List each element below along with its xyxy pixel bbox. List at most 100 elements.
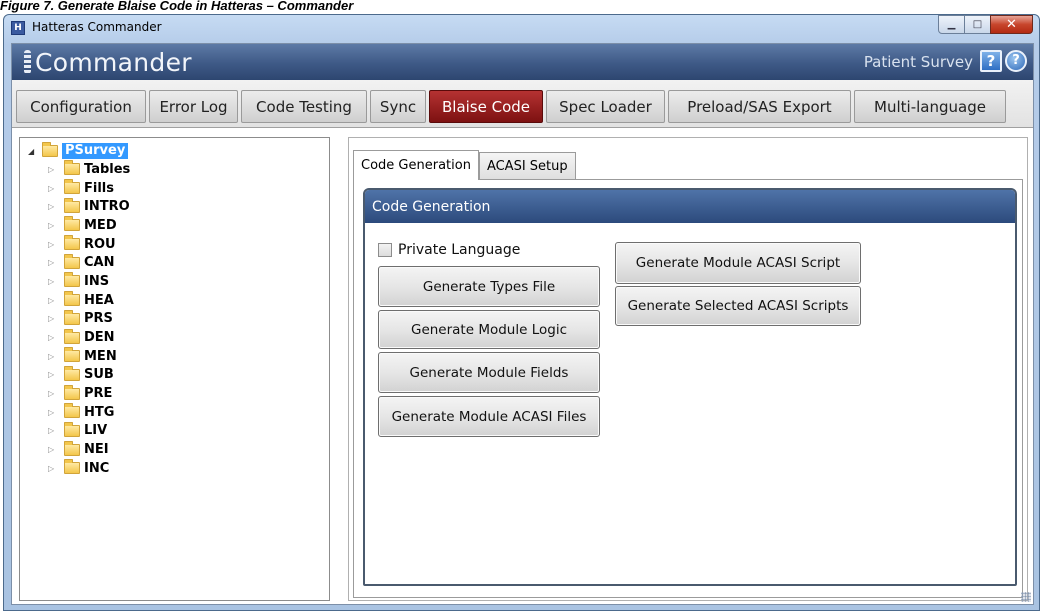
collapsed-arrow-icon[interactable]: ▷ xyxy=(48,258,64,267)
tab-multi-language[interactable]: Multi-language xyxy=(854,90,1006,123)
logo-mark-icon xyxy=(24,50,31,74)
folder-icon xyxy=(64,197,80,213)
resize-grip-icon[interactable] xyxy=(1021,592,1031,602)
collapsed-arrow-icon[interactable]: ▷ xyxy=(48,445,64,454)
collapsed-arrow-icon[interactable]: ▷ xyxy=(48,202,64,211)
tree-item-label[interactable]: NEI xyxy=(84,442,109,457)
tree-item[interactable]: ▷ HTG xyxy=(48,403,130,422)
tab-spec-loader[interactable]: Spec Loader xyxy=(546,90,665,123)
folder-icon xyxy=(64,440,80,456)
close-button[interactable]: ✕ xyxy=(990,15,1033,34)
tab-preload-sas-export[interactable]: Preload/SAS Export xyxy=(668,90,851,123)
tree-item[interactable]: ▷ LIV xyxy=(48,421,130,441)
tree-item-label[interactable]: INS xyxy=(84,274,109,289)
tree-item-label[interactable]: ROU xyxy=(84,237,116,252)
collapsed-arrow-icon[interactable]: ▷ xyxy=(48,408,64,417)
tab-code-testing[interactable]: Code Testing xyxy=(241,90,367,123)
app-content: Commander Patient Survey ? ? Configurati… xyxy=(11,43,1034,605)
tree-root-label[interactable]: PSurvey xyxy=(62,143,129,159)
tree-item-label[interactable]: PRE xyxy=(84,386,112,401)
private-language-checkbox[interactable] xyxy=(378,243,392,257)
generate-selected-acasi-scripts-button[interactable]: Generate Selected ACASI Scripts xyxy=(615,286,861,326)
tree-item-label[interactable]: LIV xyxy=(84,423,107,438)
tree-item-label[interactable]: HEA xyxy=(84,293,114,308)
generate-module-logic-button[interactable]: Generate Module Logic xyxy=(378,310,600,349)
tab-error-log[interactable]: Error Log xyxy=(149,90,238,123)
header-banner: Commander Patient Survey ? ? xyxy=(12,44,1033,80)
folder-icon xyxy=(64,384,80,400)
collapsed-arrow-icon[interactable]: ▷ xyxy=(48,464,64,473)
generate-module-fields-button[interactable]: Generate Module Fields xyxy=(378,352,600,393)
group-header: Code Generation xyxy=(365,190,1015,223)
tree-item-label[interactable]: Tables xyxy=(84,162,130,177)
minimize-button[interactable]: ▁ xyxy=(938,15,965,34)
tab-sync[interactable]: Sync xyxy=(370,90,426,123)
tree-item[interactable]: ▷ INS xyxy=(48,272,130,291)
folder-icon xyxy=(64,179,80,195)
help-icon[interactable]: ? xyxy=(980,50,1002,72)
tree-item[interactable]: ▷ Fills xyxy=(48,179,130,198)
tree-item-label[interactable]: Fills xyxy=(84,181,114,196)
tree-root-node[interactable]: ◢ PSurvey xyxy=(28,142,129,160)
tab-blaise-code[interactable]: Blaise Code xyxy=(429,90,543,123)
tree-item-label[interactable]: MEN xyxy=(84,349,117,364)
title-bar: H Hatteras Commander ▁ □ ✕ xyxy=(4,15,1039,43)
tree-item[interactable]: ▷ INC xyxy=(48,459,130,478)
collapsed-arrow-icon[interactable]: ▷ xyxy=(48,221,64,230)
collapsed-arrow-icon[interactable]: ▷ xyxy=(48,165,64,174)
collapsed-arrow-icon[interactable]: ▷ xyxy=(48,333,64,342)
collapsed-arrow-icon[interactable]: ▷ xyxy=(48,277,64,286)
tree-item-label[interactable]: SUB xyxy=(84,367,114,382)
tree-item[interactable]: ▷ MEN xyxy=(48,347,130,366)
generate-module-acasi-files-button[interactable]: Generate Module ACASI Files xyxy=(378,396,600,437)
tree-children: ▷ Tables ▷ Fills ▷ INTRO ▷ MED ▷ ROU ▷ CAN ▷ IN… xyxy=(48,160,130,478)
collapsed-arrow-icon[interactable]: ▷ xyxy=(48,240,64,249)
tree-item[interactable]: ▷ NEI xyxy=(48,440,130,459)
tab-code-generation[interactable]: Code Generation xyxy=(353,150,479,180)
private-language-label[interactable]: Private Language xyxy=(398,242,520,258)
tree-item-label[interactable]: INC xyxy=(84,461,109,476)
tree-item-label[interactable]: HTG xyxy=(84,405,114,420)
code-generation-tab-content: Code Generation Private Language Generat… xyxy=(353,179,1023,598)
folder-icon xyxy=(64,421,80,437)
private-language-option[interactable]: Private Language xyxy=(378,242,520,258)
code-generation-group: Code Generation Private Language Generat… xyxy=(363,188,1017,586)
tree-item[interactable]: ▷ INTRO xyxy=(48,197,130,216)
tree-item[interactable]: ▷ PRE xyxy=(48,384,130,403)
tree-item-label[interactable]: INTRO xyxy=(84,199,130,214)
tree-item[interactable]: ▷ DEN xyxy=(48,328,130,347)
tab-configuration[interactable]: Configuration xyxy=(16,90,146,123)
tree-item[interactable]: ▷ ROU xyxy=(48,235,130,254)
tree-item[interactable]: ▷ PRS xyxy=(48,309,130,329)
collapsed-arrow-icon[interactable]: ▷ xyxy=(48,426,64,435)
tree-item[interactable]: ▷ HEA xyxy=(48,291,130,310)
tree-item[interactable]: ▷ SUB xyxy=(48,365,130,385)
survey-tree: ◢ PSurvey ▷ Tables ▷ Fills ▷ INTRO ▷ MED ▷ RO… xyxy=(19,137,330,601)
tree-item-label[interactable]: DEN xyxy=(84,330,115,345)
tree-item-label[interactable]: MED xyxy=(84,218,117,233)
collapsed-arrow-icon[interactable]: ▷ xyxy=(48,389,64,398)
tree-item-label[interactable]: PRS xyxy=(84,311,113,326)
folder-icon xyxy=(64,365,80,381)
generate-types-file-button[interactable]: Generate Types File xyxy=(378,266,600,307)
maximize-button[interactable]: □ xyxy=(964,15,991,34)
tree-item[interactable]: ▷ CAN xyxy=(48,253,130,272)
collapsed-arrow-icon[interactable]: ▷ xyxy=(48,184,64,193)
folder-icon xyxy=(64,272,80,288)
folder-icon xyxy=(64,403,80,419)
collapsed-arrow-icon[interactable]: ▷ xyxy=(48,296,64,305)
collapsed-arrow-icon[interactable]: ▷ xyxy=(48,352,64,361)
figure-caption: Figure 7. Generate Blaise Code in Hatter… xyxy=(0,0,354,13)
generate-module-acasi-script-button[interactable]: Generate Module ACASI Script xyxy=(615,242,861,284)
folder-icon xyxy=(42,142,58,157)
tree-item[interactable]: ▷ Tables xyxy=(48,160,130,179)
collapsed-arrow-icon[interactable]: ▷ xyxy=(48,314,64,323)
tree-item-label[interactable]: CAN xyxy=(84,255,114,270)
app-icon: H xyxy=(11,21,25,35)
tree-item[interactable]: ▷ MED xyxy=(48,216,130,235)
logo-text: Commander xyxy=(35,47,192,77)
expanded-arrow-icon[interactable]: ◢ xyxy=(28,147,42,156)
info-icon[interactable]: ? xyxy=(1005,50,1027,72)
collapsed-arrow-icon[interactable]: ▷ xyxy=(48,370,64,379)
tab-acasi-setup[interactable]: ACASI Setup xyxy=(478,152,576,180)
